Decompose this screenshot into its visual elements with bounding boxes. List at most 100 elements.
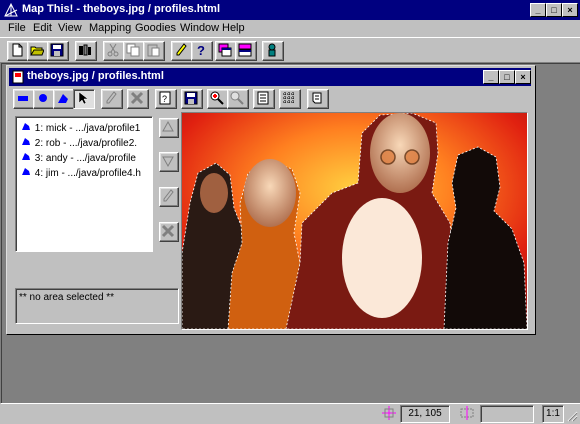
area-info-icon: ?: [159, 91, 171, 105]
pointer-tool-button[interactable]: [73, 89, 95, 109]
help-icon: ?: [197, 43, 205, 57]
rectangle-tool-button[interactable]: [13, 89, 35, 109]
copy-icon: [126, 43, 140, 57]
svg-text:?: ?: [197, 43, 205, 57]
delete-area-icon: [161, 224, 175, 238]
scroll-button[interactable]: [307, 89, 329, 109]
cascade-windows-icon: [218, 43, 232, 57]
document-icon: [12, 70, 24, 84]
polygon-tool-button[interactable]: [53, 89, 75, 109]
remove-area-button[interactable]: [159, 222, 179, 242]
menu-mapping[interactable]: Mapping: [89, 22, 131, 34]
grid-button[interactable]: [279, 89, 301, 109]
image-canvas[interactable]: [181, 112, 528, 330]
list-item[interactable]: 4: jim - .../java/profile4.h: [20, 166, 141, 179]
app-title: Map This! - theboys.jpg / profiles.html: [22, 3, 221, 15]
new-button[interactable]: [7, 41, 29, 61]
document-button[interactable]: [253, 89, 275, 109]
menu-edit[interactable]: Edit: [33, 22, 52, 34]
open-icon: [30, 46, 44, 56]
polygon-tool-icon: [58, 94, 68, 103]
save-icon: [184, 91, 198, 105]
selection-size-readout: [480, 405, 534, 423]
photo-image: [182, 113, 527, 329]
status-bar: 21, 105 1:1: [0, 402, 580, 424]
child-minimize-button[interactable]: _: [483, 70, 499, 84]
child-save-button[interactable]: [181, 89, 203, 109]
edit-button[interactable]: [171, 41, 193, 61]
polygon-area-icon: [22, 123, 30, 130]
menu-file[interactable]: File: [8, 22, 26, 34]
main-toolbar: ?: [0, 37, 580, 63]
scroll-icon: [312, 92, 322, 104]
zoom-out-button[interactable]: [227, 89, 249, 109]
menu-window[interactable]: Window: [180, 22, 219, 34]
delete-area-button[interactable]: [127, 89, 149, 109]
zoom-in-icon: [210, 91, 224, 105]
paste-button[interactable]: [143, 41, 165, 61]
cut-button[interactable]: [103, 41, 125, 61]
rectangle-tool-icon: [18, 96, 28, 101]
pencil-tool-button[interactable]: [101, 89, 123, 109]
move-down-button[interactable]: [159, 152, 179, 172]
map-properties-button[interactable]: [75, 41, 97, 61]
polygon-area-icon: [22, 153, 30, 160]
help-button[interactable]: ?: [191, 41, 213, 61]
pointer-tool-icon: [78, 91, 89, 105]
move-up-icon: [162, 120, 174, 132]
grid-icon: [283, 92, 295, 104]
maximize-button[interactable]: □: [546, 3, 562, 17]
save-icon: [50, 43, 64, 57]
delete-area-icon: [130, 91, 144, 105]
edit-area-button[interactable]: [159, 187, 179, 207]
tile-windows-button[interactable]: [235, 41, 257, 61]
menu-goodies[interactable]: Goodies: [135, 22, 176, 34]
edit-icon: [176, 43, 187, 56]
menu-view[interactable]: View: [58, 22, 82, 34]
tile-windows-icon: [238, 43, 252, 57]
info-button[interactable]: [262, 41, 284, 61]
open-button[interactable]: [27, 41, 49, 61]
map-this-logo-icon: [4, 2, 18, 17]
area-list[interactable]: 1: mick - .../java/profile1 2: rob - ...…: [15, 116, 153, 252]
document-icon: [257, 91, 269, 105]
crosshair-icon: [382, 406, 396, 420]
zoom-level: 1:1: [542, 405, 564, 423]
paste-icon: [147, 44, 160, 57]
selection-size-icon: [460, 406, 474, 420]
cascade-windows-button[interactable]: [215, 41, 237, 61]
child-maximize-button[interactable]: □: [499, 70, 515, 84]
image-map-window: theboys.jpg / profiles.html _ □ × ? 1: m…: [6, 65, 536, 335]
area-info-button[interactable]: ?: [155, 89, 177, 109]
list-item[interactable]: 1: mick - .../java/profile1: [20, 121, 140, 134]
polygon-area-icon: [22, 138, 30, 145]
edit-area-icon: [163, 189, 174, 202]
close-button[interactable]: ×: [562, 3, 578, 17]
list-item[interactable]: 3: andy - .../java/profile: [20, 151, 136, 164]
save-button[interactable]: [47, 41, 69, 61]
minimize-button[interactable]: _: [530, 3, 546, 17]
menu-bar: File Edit View Mapping Goodies Window He…: [0, 20, 580, 37]
child-close-button[interactable]: ×: [515, 70, 531, 84]
svg-text:?: ?: [162, 94, 167, 104]
zoom-in-button[interactable]: [207, 89, 229, 109]
cut-icon: [107, 43, 119, 57]
map-properties-icon: [79, 44, 91, 56]
coordinates-readout: 21, 105: [400, 405, 450, 423]
zoom-out-icon: [230, 91, 244, 105]
circle-tool-button[interactable]: [33, 89, 55, 109]
copy-button[interactable]: [123, 41, 145, 61]
child-title-bar: theboys.jpg / profiles.html _ □ ×: [9, 68, 531, 86]
circle-tool-icon: [39, 94, 47, 102]
list-item[interactable]: 2: rob - .../java/profile2.: [20, 136, 137, 149]
info-icon: [268, 43, 276, 57]
new-icon: [12, 43, 23, 57]
move-down-icon: [162, 156, 174, 168]
move-up-button[interactable]: [159, 118, 179, 138]
polygon-area-icon: [22, 168, 30, 175]
resize-grip-icon[interactable]: [566, 410, 578, 422]
pencil-tool-icon: [106, 91, 117, 104]
selection-info-text: ** no area selected **: [19, 292, 115, 303]
app-title-bar: Map This! - theboys.jpg / profiles.html …: [0, 0, 580, 20]
menu-help[interactable]: Help: [222, 22, 245, 34]
